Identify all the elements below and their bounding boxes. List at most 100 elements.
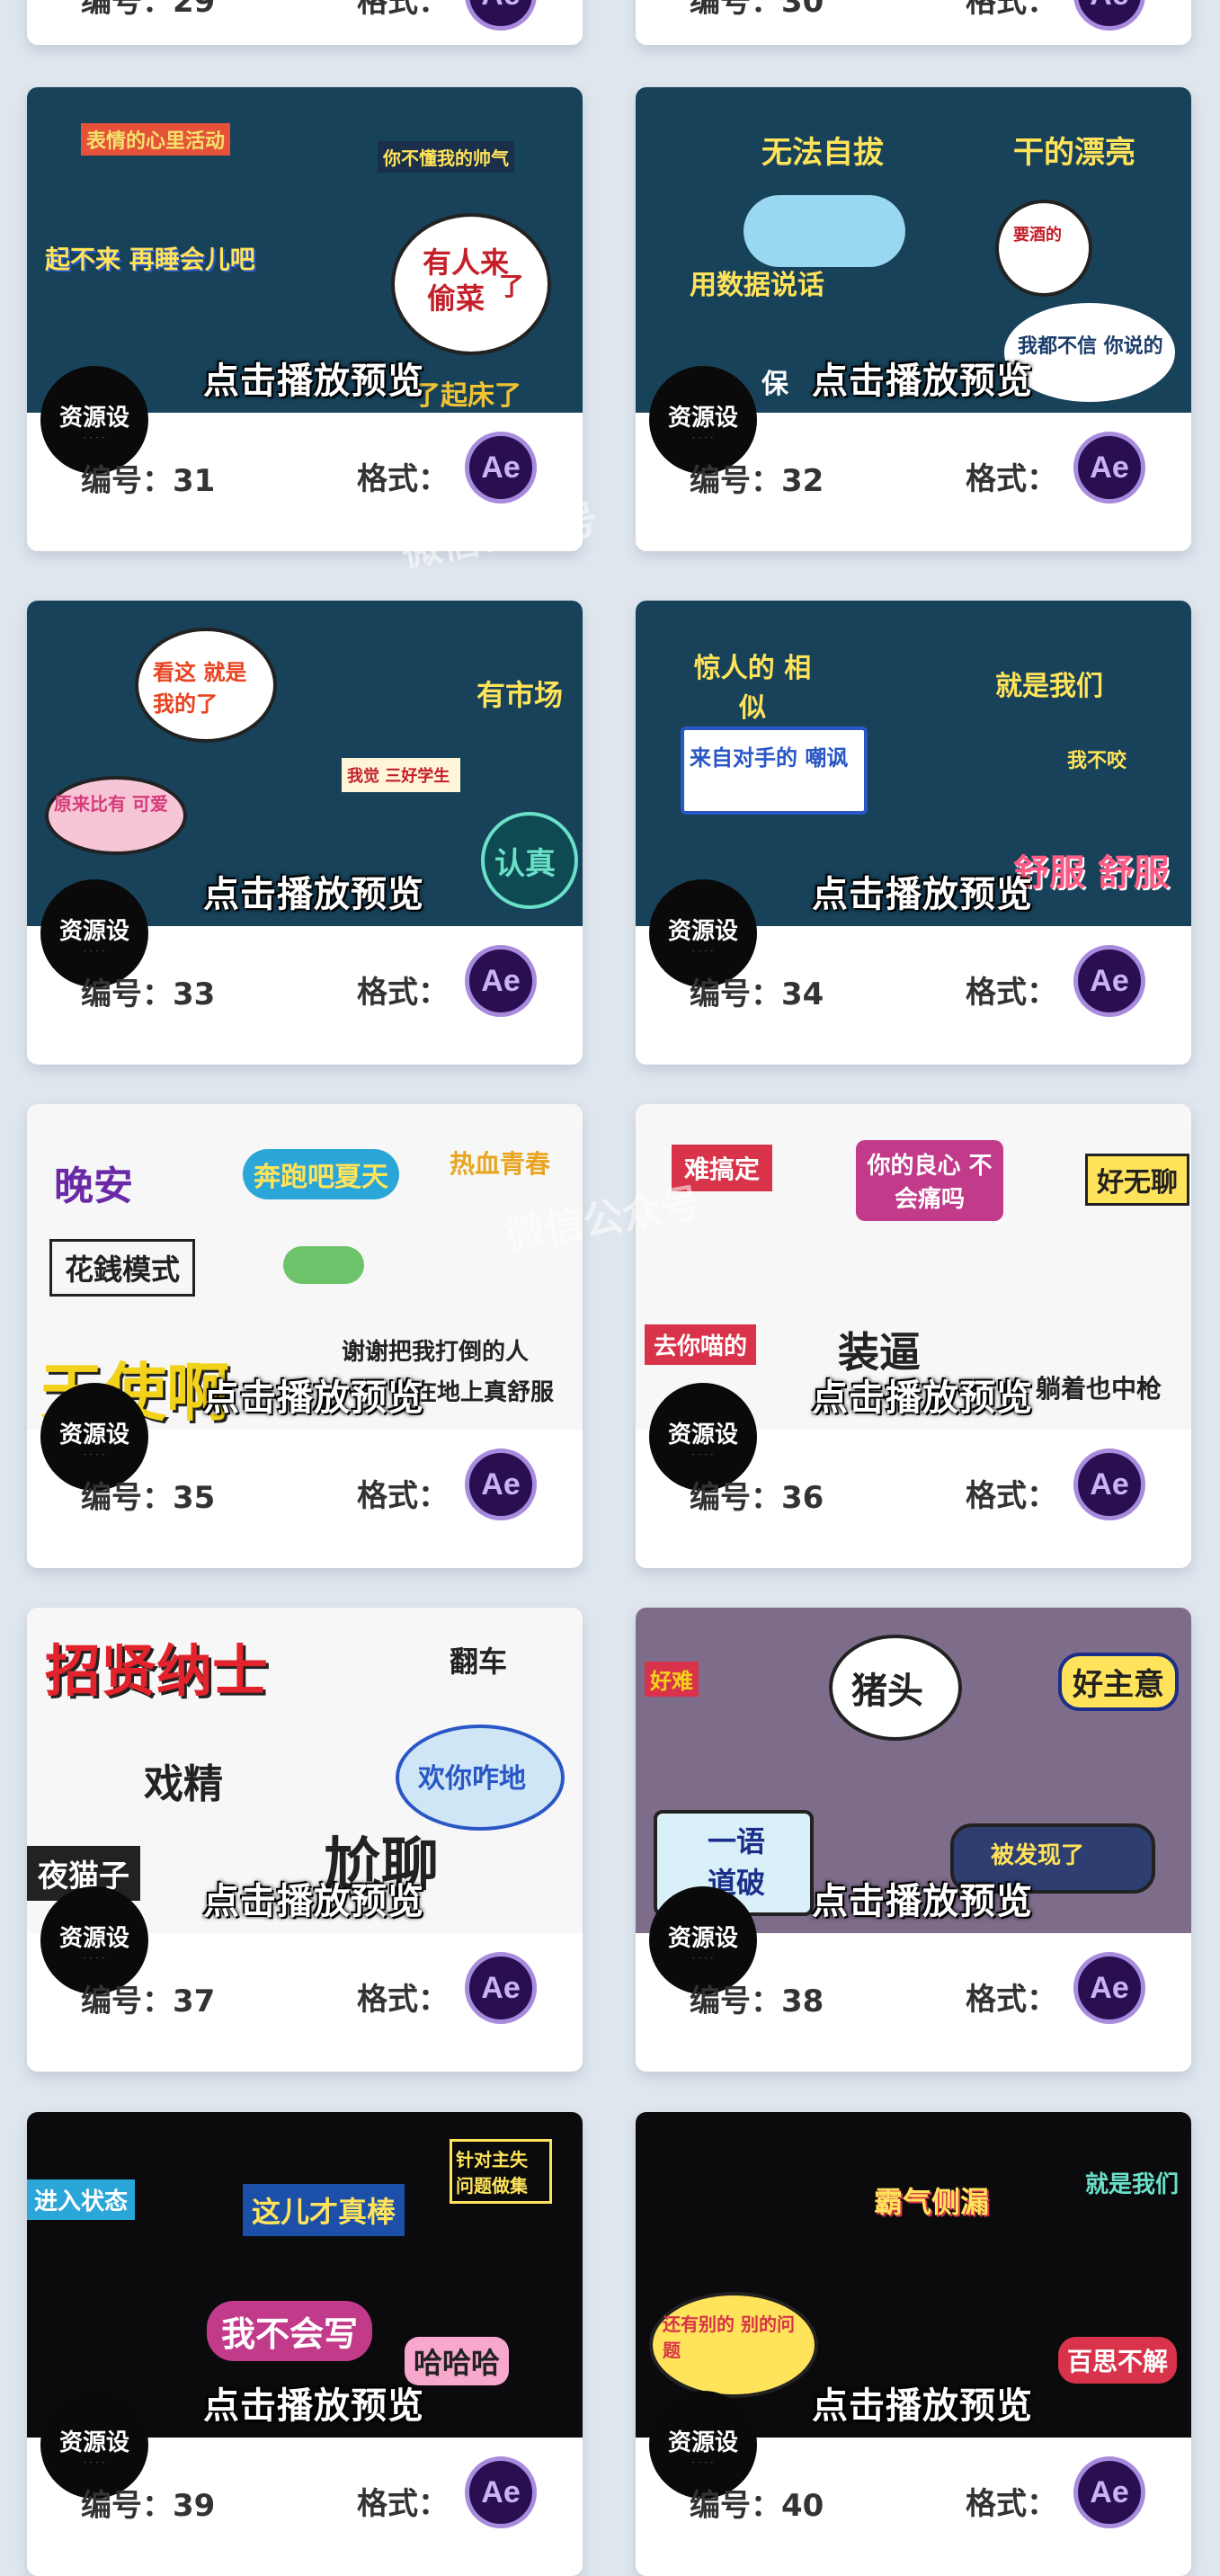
pill-bubble	[744, 195, 905, 267]
card-30-partial[interactable]: 编号：30 格式： Ae	[636, 0, 1191, 45]
sticker-text: 你的良心 不会痛吗	[856, 1140, 1003, 1221]
round-bubble	[995, 200, 1092, 297]
template-card-37[interactable]: 招贤纳士 翻车 戏精 欢你咋地 夜猫子 尬聊 点击播放预览 资源设 - - - -…	[27, 1608, 583, 2072]
sticker-text: 无法自拔	[761, 135, 884, 171]
card-number: 编号：40	[690, 2488, 824, 2524]
template-card-35[interactable]: 晚安 奔跑吧夏天 热血青春 花銭模式 谢谢把我打倒的人 在地上真舒服 天使啊 点…	[27, 1104, 583, 1568]
sticker-text: 猪头	[851, 1671, 923, 1712]
card-format-label: 格式：	[966, 0, 1057, 20]
sticker-text: 有市场	[476, 678, 564, 712]
after-effects-icon: Ae	[465, 432, 537, 504]
card-number: 编号：38	[690, 1983, 824, 2019]
card-format-label: 格式：	[966, 2486, 1057, 2522]
sticker-text: 在地上真舒服	[414, 1379, 555, 1406]
after-effects-icon: Ae	[1073, 1448, 1145, 1520]
sticker-text: 原来比有 可爱	[54, 793, 168, 815]
card-number: 编号：30	[690, 0, 824, 20]
card-format-label: 格式：	[357, 1982, 449, 2018]
card-format-label: 格式：	[357, 1478, 449, 1514]
card-format-label: 格式：	[357, 975, 449, 1011]
sticker-text: 我不会写	[207, 2301, 373, 2361]
template-card-40[interactable]: 霸气侧漏 就是我们 还有别的 别的问题 百思不解 点击播放预览 资源设 - - -…	[636, 2112, 1191, 2576]
template-card-39[interactable]: 进入状态 这儿才真棒 针对主失 问题做集 我不会写 哈哈哈 点击播放预览 资源设…	[27, 2112, 583, 2576]
sticker-text: 翻车	[450, 1645, 508, 1679]
card-format-label: 格式：	[357, 461, 449, 497]
sticker-text: 表情的心里活动	[81, 123, 231, 156]
card-number: 编号：31	[81, 463, 216, 499]
card-number: 编号：32	[690, 463, 824, 499]
play-preview-label[interactable]: 点击播放预览	[203, 1872, 424, 1924]
play-preview-label[interactable]: 点击播放预览	[812, 2376, 1033, 2429]
card-number: 编号：36	[690, 1480, 824, 1516]
sticker-text: 霸气侧漏	[874, 2185, 990, 2219]
sticker-text: 用数据说话	[690, 270, 824, 301]
card-29-partial[interactable]: 编号：29 格式： Ae	[27, 0, 583, 45]
play-preview-label[interactable]: 点击播放预览	[812, 1368, 1033, 1421]
after-effects-icon: Ae	[465, 1952, 537, 2024]
after-effects-icon: Ae	[1073, 0, 1145, 31]
play-preview-label[interactable]: 点击播放预览	[203, 352, 424, 404]
template-card-33[interactable]: 看这 就是我的了 有市场 原来比有 可爱 我觉 三好学生 认真 点击播放预览 资…	[27, 601, 583, 1065]
sticker-text: 干的漂亮	[1013, 135, 1135, 171]
template-card-36[interactable]: 难搞定 你的良心 不会痛吗 好无聊 装逼 去你喵的 躺着也中枪 点击播放预览 资…	[636, 1104, 1191, 1568]
card-format-label: 格式：	[966, 1478, 1057, 1514]
card-number: 编号：39	[81, 2488, 216, 2524]
play-preview-label[interactable]: 点击播放预览	[203, 1368, 424, 1421]
sticker-text: 就是我们	[995, 671, 1103, 702]
after-effects-icon: Ae	[465, 945, 537, 1017]
sticker-text: 招贤纳士	[45, 1638, 269, 1704]
sticker-text: 起不来 再睡会儿吧	[45, 245, 255, 274]
card-format-label: 格式：	[966, 1982, 1057, 2018]
sticker-text: 百思不解	[1058, 2337, 1178, 2384]
play-preview-label[interactable]: 点击播放预览	[203, 865, 424, 917]
sticker-text: 热血青春	[450, 1149, 551, 1179]
play-preview-label[interactable]: 点击播放预览	[812, 352, 1033, 404]
card-format-label: 格式：	[966, 461, 1057, 497]
sticker-text: 偷菜	[427, 281, 485, 316]
template-card-38[interactable]: 猪头 好主意 一语 道破 被发现了 好难 点击播放预览 资源设 - - - - 编…	[636, 1608, 1191, 2072]
card-format-label: 格式：	[357, 0, 449, 20]
card-format-label: 格式：	[357, 2486, 449, 2522]
round-bubble	[45, 776, 187, 855]
after-effects-icon: Ae	[1073, 945, 1145, 1017]
sticker-text: 来自对手的 嘲讽	[690, 745, 849, 771]
sticker-text: 晚安	[54, 1163, 133, 1209]
after-effects-icon: Ae	[465, 2456, 537, 2528]
sticker-text: 去你喵的	[645, 1324, 757, 1365]
card-number: 编号：34	[690, 976, 824, 1012]
sticker-text: 进入状态	[27, 2179, 136, 2220]
sticker-text: 舒服 舒服	[1013, 852, 1170, 894]
card-number: 编号：37	[81, 1983, 216, 2019]
after-effects-icon: Ae	[465, 1448, 537, 1520]
sticker-text: 好主意	[1058, 1653, 1179, 1711]
sticker-text: 我不咬	[1067, 750, 1127, 772]
sticker-text: 戏精	[144, 1761, 223, 1807]
card-number: 编号：29	[81, 0, 216, 20]
sticker-text: 我觉 三好学生	[342, 758, 460, 792]
sticker-text: 奔跑吧夏天	[243, 1149, 399, 1199]
sticker-text: 惊人的 相似	[693, 653, 812, 724]
sticker-text: 欢你咋地	[418, 1763, 526, 1795]
sticker-text: 花銭模式	[49, 1239, 196, 1297]
card-format-label: 格式：	[966, 975, 1057, 1011]
sticker-text: 还有别的 别的问题	[663, 2313, 795, 2361]
sticker-text: 这儿才真棒	[243, 2184, 405, 2236]
sticker-text: 了起床了	[414, 380, 521, 412]
play-preview-label[interactable]: 点击播放预览	[203, 2376, 424, 2429]
template-card-31[interactable]: 表情的心里活动 你不懂我的帅气 起不来 再睡会儿吧 有人来 偷菜 了 了起床了 …	[27, 87, 583, 551]
sticker-text: 就是我们	[1085, 2171, 1180, 2198]
sticker-text: 好无聊	[1085, 1154, 1189, 1206]
template-card-34[interactable]: 惊人的 相似 就是我们 来自对手的 嘲讽 我不咬 舒服 舒服 点击播放预览 资源…	[636, 601, 1191, 1065]
sticker-text: 好难	[645, 1662, 699, 1697]
play-preview-label[interactable]: 点击播放预览	[812, 865, 1033, 917]
sticker-text: 躺着也中枪	[1036, 1374, 1162, 1404]
template-card-32[interactable]: 无法自拔 干的漂亮 用数据说话 要酒的 保 我都不信 你说的 点击播放预览 资源…	[636, 87, 1191, 551]
sticker-text: 谢谢把我打倒的人	[342, 1339, 530, 1366]
card-number: 编号：35	[81, 1480, 216, 1516]
sticker-text: 认真	[494, 846, 556, 882]
card-number: 编号：33	[81, 976, 216, 1012]
sticker-text: 保	[761, 369, 788, 400]
play-preview-label[interactable]: 点击播放预览	[812, 1872, 1033, 1924]
sticker-text: 看这 就是我的了	[153, 660, 247, 717]
toggle-switch	[283, 1246, 364, 1284]
